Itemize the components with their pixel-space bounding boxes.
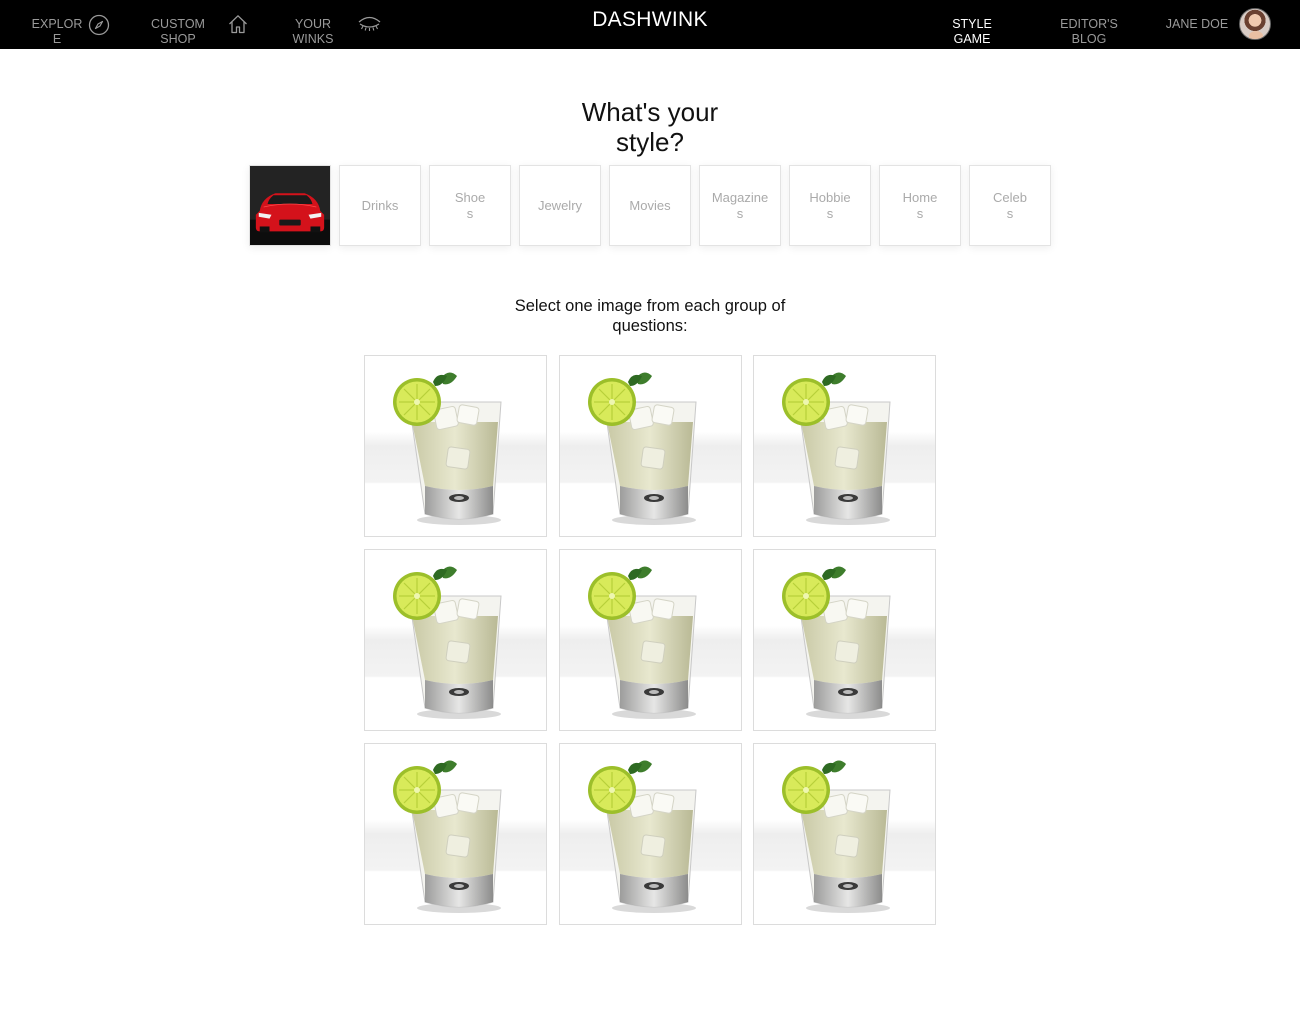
nav-style-game[interactable]: STYLE GAME: [946, 17, 998, 47]
nav-your-winks-label: YOUR WINKS: [292, 17, 334, 46]
category-tile-cars[interactable]: [249, 165, 331, 246]
drink-image: [560, 356, 741, 536]
brand-logo[interactable]: DASHWINK: [592, 8, 708, 31]
nav-editors-blog-label: EDITOR'S BLOG: [1060, 17, 1118, 46]
drink-image: [754, 744, 935, 924]
drink-image: [365, 550, 546, 730]
category-label: Drinks: [361, 197, 399, 213]
drink-image: [365, 356, 546, 536]
nav-editors-blog[interactable]: EDITOR'S BLOG: [1056, 17, 1122, 47]
category-label: Celeb s: [993, 189, 1027, 221]
choice-tile[interactable]: [364, 549, 547, 731]
home-icon[interactable]: [227, 13, 249, 35]
nav-custom-shop[interactable]: CUSTOM SHOP: [148, 17, 208, 47]
choice-tile[interactable]: [559, 743, 742, 925]
category-label: Jewelry: [537, 197, 583, 213]
instruction-label: Select one image from each group of ques…: [514, 297, 786, 335]
instruction-text: Select one image from each group of ques…: [0, 296, 1300, 336]
category-tile[interactable]: Jewelry: [519, 165, 601, 246]
choice-tile[interactable]: [364, 355, 547, 537]
choice-tile[interactable]: [753, 743, 936, 925]
nav-your-winks[interactable]: YOUR WINKS: [288, 17, 338, 47]
choice-tile[interactable]: [559, 549, 742, 731]
category-tile[interactable]: Drinks: [339, 165, 421, 246]
category-tile[interactable]: Movies: [609, 165, 691, 246]
category-tile[interactable]: Shoe s: [429, 165, 511, 246]
category-label: Shoe s: [454, 189, 486, 221]
category-tile[interactable]: Home s: [879, 165, 961, 246]
nav-custom-shop-label: CUSTOM SHOP: [151, 17, 205, 46]
user-name: JANE DOE: [1165, 17, 1229, 31]
compass-icon[interactable]: [88, 14, 110, 36]
drink-image: [754, 550, 935, 730]
user-avatar[interactable]: [1239, 8, 1271, 40]
category-label: Hobbie s: [809, 189, 851, 221]
red-car-image: [250, 166, 330, 245]
nav-explore[interactable]: EXPLOR E: [30, 17, 84, 47]
page-title-text: What's your style?: [581, 97, 719, 157]
drink-image: [560, 550, 741, 730]
page-title: What's your style?: [0, 97, 1300, 157]
drink-image: [560, 744, 741, 924]
nav-style-game-label: STYLE GAME: [952, 17, 992, 46]
choice-tile[interactable]: [559, 355, 742, 537]
choice-tile[interactable]: [753, 355, 936, 537]
drink-image: [365, 744, 546, 924]
choice-tile[interactable]: [753, 549, 936, 731]
category-label: Home s: [902, 189, 938, 221]
category-tile[interactable]: Hobbie s: [789, 165, 871, 246]
user-menu[interactable]: JANE DOE: [1162, 17, 1232, 32]
nav-explore-label: EXPLOR E: [31, 17, 83, 46]
drink-image: [754, 356, 935, 536]
category-tile[interactable]: Magazine s: [699, 165, 781, 246]
category-label: Magazine s: [711, 189, 769, 221]
choice-tile[interactable]: [364, 743, 547, 925]
eye-icon[interactable]: [357, 15, 382, 35]
top-nav: EXPLOR E CUSTOM SHOP YOUR WINKS DASHWINK…: [0, 0, 1300, 49]
category-tile[interactable]: Celeb s: [969, 165, 1051, 246]
category-label: Movies: [629, 197, 671, 213]
